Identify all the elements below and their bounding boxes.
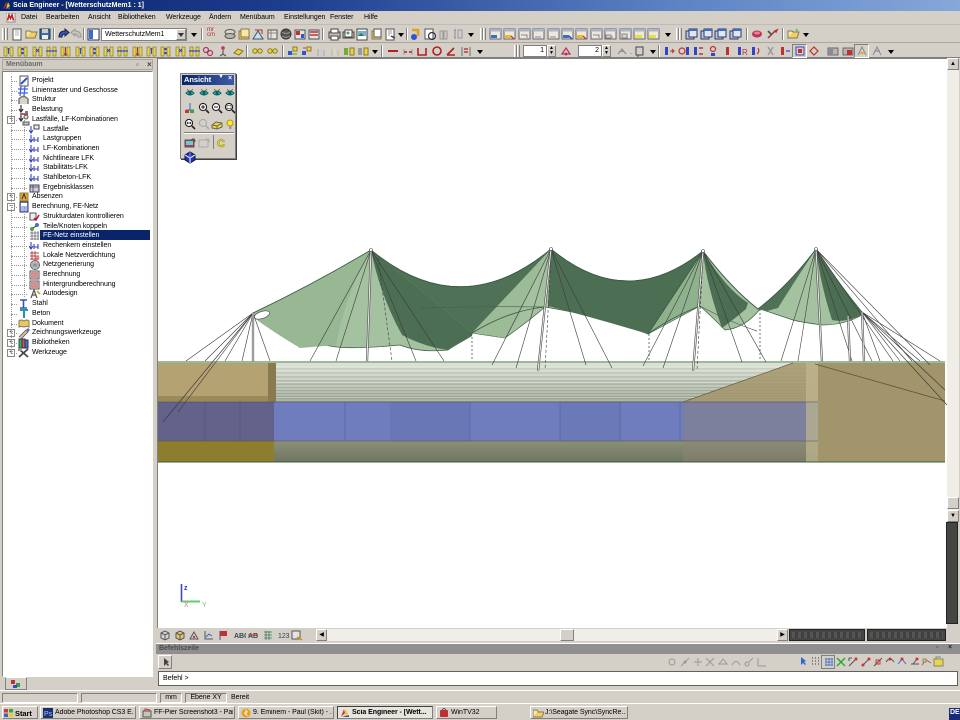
svg-text:z: z: [184, 585, 188, 592]
svg-text:R: R: [742, 48, 748, 57]
svg-text:Ps: Ps: [44, 711, 53, 718]
svg-text:C: C: [217, 138, 225, 149]
svg-text:AB: AB: [248, 633, 258, 640]
svg-text:ABC: ABC: [234, 633, 246, 640]
svg-text:123: 123: [278, 633, 290, 640]
svg-text:Y: Y: [202, 602, 207, 608]
svg-text:X: X: [184, 602, 189, 608]
svg-text:.: .: [630, 49, 632, 56]
